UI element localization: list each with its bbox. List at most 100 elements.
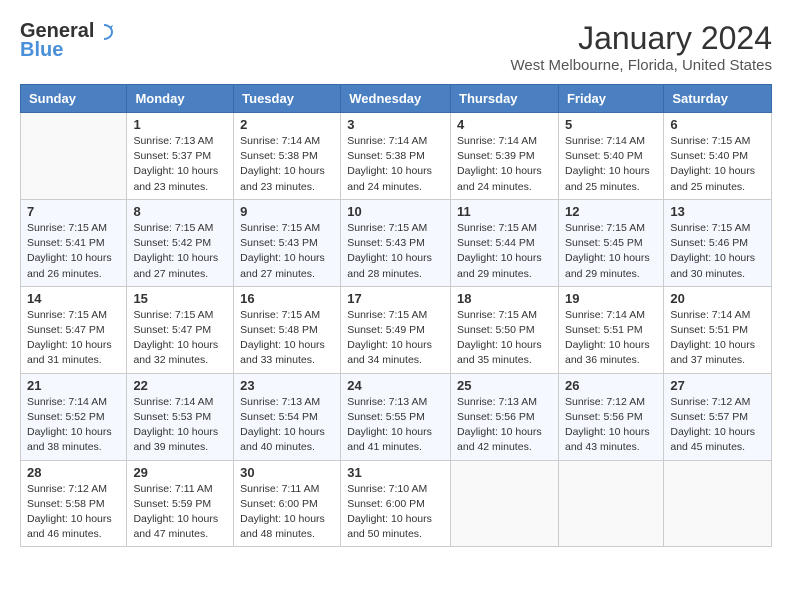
day-number: 19 — [565, 291, 657, 306]
calendar-cell: 3 Sunrise: 7:14 AMSunset: 5:38 PMDaylight… — [341, 113, 451, 200]
day-info: Sunrise: 7:15 AMSunset: 5:47 PMDaylight:… — [27, 308, 120, 369]
day-info: Sunrise: 7:14 AMSunset: 5:53 PMDaylight:… — [133, 395, 227, 456]
day-number: 6 — [670, 117, 765, 132]
day-info: Sunrise: 7:10 AMSunset: 6:00 PMDaylight:… — [347, 482, 444, 543]
day-number: 24 — [347, 378, 444, 393]
day-number: 12 — [565, 204, 657, 219]
day-info: Sunrise: 7:15 AMSunset: 5:40 PMDaylight:… — [670, 134, 765, 195]
day-info: Sunrise: 7:15 AMSunset: 5:50 PMDaylight:… — [457, 308, 552, 369]
day-number: 9 — [240, 204, 334, 219]
calendar-cell: 25Sunrise: 7:13 AMSunset: 5:56 PMDayligh… — [451, 373, 559, 460]
day-number: 16 — [240, 291, 334, 306]
calendar-cell — [664, 460, 772, 547]
day-info: Sunrise: 7:11 AMSunset: 6:00 PMDaylight:… — [240, 482, 334, 543]
day-info: Sunrise: 7:15 AMSunset: 5:41 PMDaylight:… — [27, 221, 120, 282]
calendar-cell: 4 Sunrise: 7:14 AMSunset: 5:39 PMDaylight… — [451, 113, 559, 200]
day-number: 13 — [670, 204, 765, 219]
day-number: 26 — [565, 378, 657, 393]
calendar-cell: 6 Sunrise: 7:15 AMSunset: 5:40 PMDaylight… — [664, 113, 772, 200]
calendar-cell: 9 Sunrise: 7:15 AMSunset: 5:43 PMDaylight… — [234, 199, 341, 286]
calendar-cell: 24 Sunrise: 7:13 AMSunset: 5:55 PMDayligh… — [341, 373, 451, 460]
calendar-cell: 23Sunrise: 7:13 AMSunset: 5:54 PMDayligh… — [234, 373, 341, 460]
calendar-cell: 15 Sunrise: 7:15 AMSunset: 5:47 PMDayligh… — [127, 286, 234, 373]
day-info: Sunrise: 7:13 AMSunset: 5:56 PMDaylight:… — [457, 395, 552, 456]
calendar-week-row: 7 Sunrise: 7:15 AMSunset: 5:41 PMDaylight… — [21, 199, 772, 286]
calendar-cell: 19 Sunrise: 7:14 AMSunset: 5:51 PMDayligh… — [558, 286, 663, 373]
calendar-day-header: Thursday — [451, 85, 559, 113]
calendar-cell — [21, 113, 127, 200]
day-info: Sunrise: 7:14 AMSunset: 5:52 PMDaylight:… — [27, 395, 120, 456]
day-number: 10 — [347, 204, 444, 219]
calendar-cell: 12Sunrise: 7:15 AMSunset: 5:45 PMDayligh… — [558, 199, 663, 286]
day-number: 31 — [347, 465, 444, 480]
calendar-cell: 8 Sunrise: 7:15 AMSunset: 5:42 PMDaylight… — [127, 199, 234, 286]
calendar-cell: 2 Sunrise: 7:14 AMSunset: 5:38 PMDaylight… — [234, 113, 341, 200]
calendar-cell — [558, 460, 663, 547]
day-number: 18 — [457, 291, 552, 306]
calendar-cell: 21Sunrise: 7:14 AMSunset: 5:52 PMDayligh… — [21, 373, 127, 460]
calendar-day-header: Sunday — [21, 85, 127, 113]
calendar-cell: 27Sunrise: 7:12 AMSunset: 5:57 PMDayligh… — [664, 373, 772, 460]
calendar-cell: 14 Sunrise: 7:15 AMSunset: 5:47 PMDayligh… — [21, 286, 127, 373]
day-number: 4 — [457, 117, 552, 132]
title-block: January 2024 West Melbourne, Florida, Un… — [510, 20, 772, 74]
day-info: Sunrise: 7:11 AMSunset: 5:59 PMDaylight:… — [133, 482, 227, 543]
day-info: Sunrise: 7:14 AMSunset: 5:39 PMDaylight:… — [457, 134, 552, 195]
calendar-cell: 30 Sunrise: 7:11 AMSunset: 6:00 PMDayligh… — [234, 460, 341, 547]
logo: General Blue — [20, 20, 114, 62]
calendar-week-row: 21Sunrise: 7:14 AMSunset: 5:52 PMDayligh… — [21, 373, 772, 460]
day-number: 3 — [347, 117, 444, 132]
day-info: Sunrise: 7:13 AMSunset: 5:54 PMDaylight:… — [240, 395, 334, 456]
day-info: Sunrise: 7:14 AMSunset: 5:38 PMDaylight:… — [347, 134, 444, 195]
calendar-cell: 1Sunrise: 7:13 AMSunset: 5:37 PMDaylight… — [127, 113, 234, 200]
day-number: 5 — [565, 117, 657, 132]
day-info: Sunrise: 7:15 AMSunset: 5:46 PMDaylight:… — [670, 221, 765, 282]
calendar-day-header: Monday — [127, 85, 234, 113]
logo-bird-icon — [95, 23, 113, 41]
calendar-day-header: Tuesday — [234, 85, 341, 113]
day-info: Sunrise: 7:15 AMSunset: 5:43 PMDaylight:… — [240, 221, 334, 282]
calendar-cell: 31 Sunrise: 7:10 AMSunset: 6:00 PMDayligh… — [341, 460, 451, 547]
calendar-cell: 7 Sunrise: 7:15 AMSunset: 5:41 PMDaylight… — [21, 199, 127, 286]
day-info: Sunrise: 7:14 AMSunset: 5:51 PMDaylight:… — [565, 308, 657, 369]
day-number: 22 — [133, 378, 227, 393]
day-number: 20 — [670, 291, 765, 306]
calendar-day-header: Friday — [558, 85, 663, 113]
calendar-cell: 16 Sunrise: 7:15 AMSunset: 5:48 PMDayligh… — [234, 286, 341, 373]
day-info: Sunrise: 7:12 AMSunset: 5:58 PMDaylight:… — [27, 482, 120, 543]
day-number: 14 — [27, 291, 120, 306]
calendar-week-row: 14 Sunrise: 7:15 AMSunset: 5:47 PMDayligh… — [21, 286, 772, 373]
day-number: 17 — [347, 291, 444, 306]
day-number: 7 — [27, 204, 120, 219]
day-number: 27 — [670, 378, 765, 393]
day-info: Sunrise: 7:12 AMSunset: 5:56 PMDaylight:… — [565, 395, 657, 456]
day-number: 15 — [133, 291, 227, 306]
day-info: Sunrise: 7:15 AMSunset: 5:49 PMDaylight:… — [347, 308, 444, 369]
day-info: Sunrise: 7:15 AMSunset: 5:47 PMDaylight:… — [133, 308, 227, 369]
day-info: Sunrise: 7:15 AMSunset: 5:44 PMDaylight:… — [457, 221, 552, 282]
calendar-week-row: 1Sunrise: 7:13 AMSunset: 5:37 PMDaylight… — [21, 113, 772, 200]
calendar-day-header: Wednesday — [341, 85, 451, 113]
day-info: Sunrise: 7:13 AMSunset: 5:55 PMDaylight:… — [347, 395, 444, 456]
day-number: 2 — [240, 117, 334, 132]
calendar-week-row: 28 Sunrise: 7:12 AMSunset: 5:58 PMDayligh… — [21, 460, 772, 547]
page-title: January 2024 — [510, 20, 772, 57]
calendar-cell: 22 Sunrise: 7:14 AMSunset: 5:53 PMDayligh… — [127, 373, 234, 460]
page-header: General Blue January 2024 West Melbourne… — [20, 20, 772, 74]
day-number: 29 — [133, 465, 227, 480]
calendar-cell: 28 Sunrise: 7:12 AMSunset: 5:58 PMDayligh… — [21, 460, 127, 547]
day-info: Sunrise: 7:15 AMSunset: 5:43 PMDaylight:… — [347, 221, 444, 282]
day-number: 8 — [133, 204, 227, 219]
day-info: Sunrise: 7:15 AMSunset: 5:42 PMDaylight:… — [133, 221, 227, 282]
calendar-cell: 11Sunrise: 7:15 AMSunset: 5:44 PMDayligh… — [451, 199, 559, 286]
day-info: Sunrise: 7:14 AMSunset: 5:40 PMDaylight:… — [565, 134, 657, 195]
day-number: 28 — [27, 465, 120, 480]
calendar-cell: 18 Sunrise: 7:15 AMSunset: 5:50 PMDayligh… — [451, 286, 559, 373]
day-info: Sunrise: 7:15 AMSunset: 5:48 PMDaylight:… — [240, 308, 334, 369]
calendar-header-row: SundayMondayTuesdayWednesdayThursdayFrid… — [21, 85, 772, 113]
calendar-cell — [451, 460, 559, 547]
day-info: Sunrise: 7:14 AMSunset: 5:38 PMDaylight:… — [240, 134, 334, 195]
day-info: Sunrise: 7:14 AMSunset: 5:51 PMDaylight:… — [670, 308, 765, 369]
day-number: 30 — [240, 465, 334, 480]
day-info: Sunrise: 7:13 AMSunset: 5:37 PMDaylight:… — [133, 134, 227, 195]
